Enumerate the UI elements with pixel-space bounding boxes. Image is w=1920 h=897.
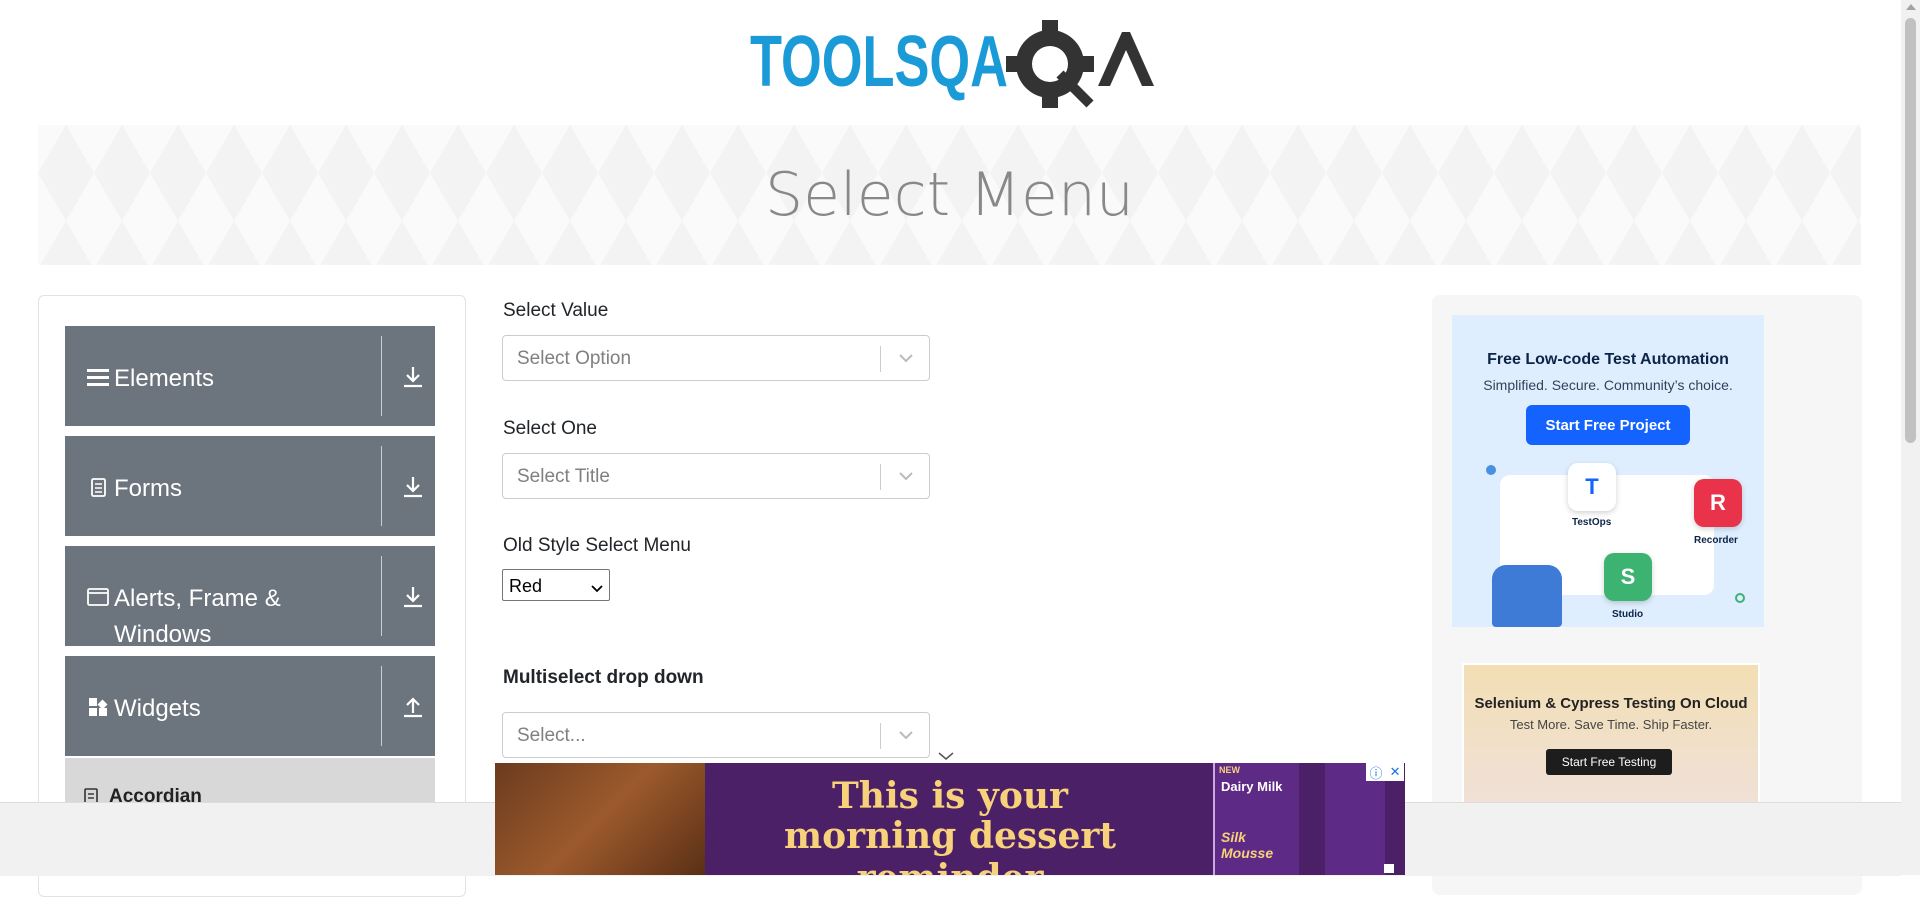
divider <box>381 336 382 416</box>
sidebar-group-label: Forms <box>114 475 182 502</box>
window-icon <box>87 586 109 608</box>
ad-lowcode-automation[interactable]: Free Low-code Test Automation Simplified… <box>1452 315 1764 627</box>
product-name: Silk Mousse <box>1221 829 1274 861</box>
sidebar-group-alerts[interactable]: Alerts, Frame & Windows <box>65 546 435 648</box>
close-icon[interactable]: ✕ <box>1390 764 1401 780</box>
select-value-placeholder: Select Option <box>517 348 632 369</box>
sidebar-group-elements[interactable]: Elements <box>65 326 435 426</box>
studio-badge: S <box>1604 553 1652 601</box>
recorder-label: Recorder <box>1694 535 1738 546</box>
ad-title: Free Low-code Test Automation <box>1487 351 1729 368</box>
vertical-scrollbar[interactable] <box>1901 0 1920 875</box>
sidebar-group-widgets[interactable]: Widgets <box>65 656 435 756</box>
download-arrow-icon[interactable] <box>401 474 425 500</box>
ad-info-icon[interactable]: ⓘ <box>1370 763 1383 782</box>
ad-headline-line2: morning dessert reminder <box>784 815 1116 875</box>
document-icon <box>87 476 109 498</box>
divider <box>381 446 382 526</box>
multiselect-placeholder: Select... <box>517 725 586 746</box>
sidebar-group-label: Elements <box>114 365 215 392</box>
chevron-down-icon[interactable] <box>897 728 915 742</box>
divider <box>880 464 881 490</box>
sidebar-group-label: Widgets <box>114 695 201 722</box>
old-style-select-value: Red <box>509 576 543 596</box>
ad-choice-icon <box>1384 864 1394 873</box>
chocolate-image <box>495 763 705 875</box>
sidebar-group-forms[interactable]: Forms <box>65 436 435 536</box>
recorder-badge: R <box>1694 479 1742 527</box>
ad-title: Selenium & Cypress Testing On Cloud <box>1474 695 1748 712</box>
multiselect-title: Multiselect drop down <box>503 667 704 688</box>
decor-dot <box>1735 593 1745 603</box>
product-badge: NEW <box>1219 765 1240 775</box>
download-arrow-icon[interactable] <box>401 584 425 610</box>
download-arrow-icon[interactable] <box>401 364 425 390</box>
bottom-banner-ad[interactable]: This is your morning dessert reminder NE… <box>495 763 1405 875</box>
robot-illustration <box>1492 565 1562 627</box>
product-brand: Dairy Milk <box>1221 779 1283 794</box>
select-one-dropdown[interactable]: Select Title <box>502 453 930 499</box>
old-style-select-label: Old Style Select Menu <box>503 535 691 556</box>
divider <box>880 723 881 749</box>
scroll-up-arrow-icon[interactable] <box>1906 4 1916 10</box>
start-free-project-button[interactable]: Start Free Project <box>1526 405 1690 445</box>
old-style-select[interactable]: Red <box>502 569 610 601</box>
select-one-placeholder: Select Title <box>517 466 610 487</box>
start-free-testing-button[interactable]: Start Free Testing <box>1546 749 1672 775</box>
divider <box>381 556 382 636</box>
ad-headline-line1: This is your <box>832 775 1068 817</box>
testops-label: TestOps <box>1572 517 1612 528</box>
chevron-down-icon <box>591 581 603 593</box>
multiselect-dropdown[interactable]: Select... <box>502 712 930 758</box>
product-pack-image: NEW Dairy Milk Silk Mousse <box>1213 763 1299 875</box>
ad-subtitle: Test More. Save Time. Ship Faster. <box>1509 717 1713 732</box>
upload-arrow-icon[interactable] <box>401 694 425 720</box>
toolsqa-logo[interactable]: TOOLSQA <box>750 18 1155 114</box>
select-value-dropdown[interactable]: Select Option <box>502 335 930 381</box>
chevron-down-icon[interactable] <box>897 469 915 483</box>
logo-text: TOOLSQA <box>750 22 1008 102</box>
page-title: Select Menu <box>765 160 1134 230</box>
chevron-down-icon[interactable] <box>897 351 915 365</box>
scrollbar-thumb[interactable] <box>1905 18 1916 443</box>
page-header-banner: Select Menu <box>38 125 1861 265</box>
sidebar-group-label: Alerts, Frame & Windows <box>114 585 281 648</box>
testops-badge: T <box>1568 463 1616 511</box>
divider <box>381 666 382 746</box>
hamburger-icon <box>87 366 109 388</box>
select-one-label: Select One <box>503 418 597 439</box>
ad-subtitle: Simplified. Secure. Community’s choice. <box>1483 377 1733 393</box>
gear-icon <box>1006 20 1094 108</box>
ad-close-controls[interactable]: ⓘ ✕ <box>1366 763 1404 781</box>
widgets-icon <box>87 696 109 718</box>
studio-label: Studio <box>1612 609 1644 620</box>
select-value-label: Select Value <box>503 300 609 321</box>
chevron-down-icon[interactable] <box>938 748 954 760</box>
divider <box>880 346 881 372</box>
decor-dot <box>1486 465 1496 475</box>
